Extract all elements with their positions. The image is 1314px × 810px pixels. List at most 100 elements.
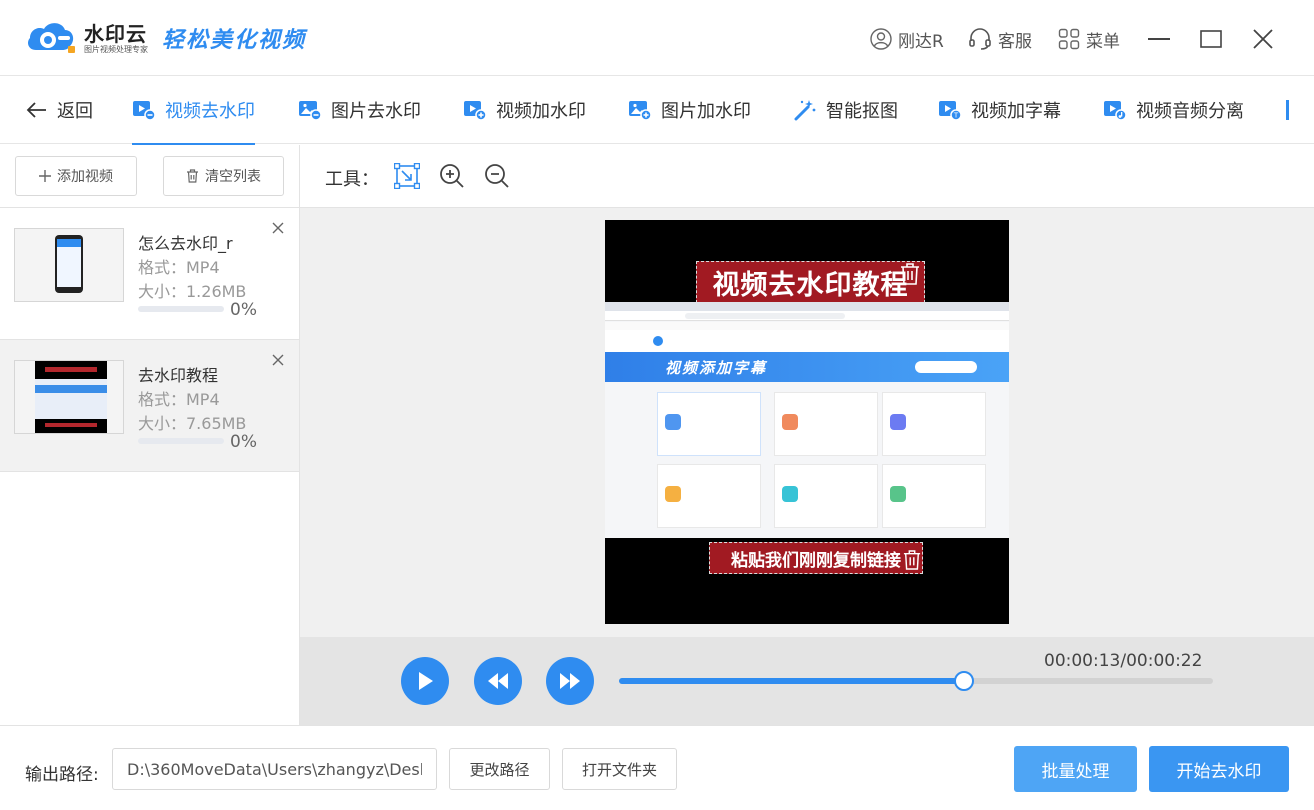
delete-region-icon[interactable] <box>900 263 920 285</box>
fast-forward-button[interactable] <box>546 657 594 705</box>
playback-time: 00:00:13/00:00:22 <box>1044 651 1203 671</box>
banner-text: 视频添加字幕 <box>665 358 768 377</box>
file-progress-text: 0% <box>230 432 257 452</box>
list-item[interactable]: 怎么去水印_r 格式：MP4 大小：1.26MB 0% <box>0 208 299 340</box>
image-add-icon <box>629 101 652 121</box>
tab-image-watermark-remove[interactable]: 图片去水印 <box>298 76 421 144</box>
output-path-field[interactable] <box>112 748 437 790</box>
back-label: 返回 <box>57 101 93 122</box>
zoom-out-button[interactable] <box>484 163 510 189</box>
grid-menu-icon <box>1058 28 1080 50</box>
title-bar: 水印云 图片视频处理专家 轻松美化视频 刚达R 客服 菜单 <box>0 0 1314 76</box>
menu-button[interactable]: 菜单 <box>1058 26 1120 52</box>
clear-list-label: 清空列表 <box>205 169 261 185</box>
tab-video-subtitle[interactable]: T 视频加字幕 <box>938 76 1061 144</box>
video-frame-content: 视频添加字幕 <box>605 302 1009 538</box>
editor-workspace: 工具： 视频去水印教程 视频添加字幕 粘贴我们刚刚复制链接 00:00:13/0… <box>300 145 1314 725</box>
video-preview[interactable]: 视频去水印教程 视频添加字幕 粘贴我们刚刚复制链接 <box>605 220 1009 624</box>
rewind-icon <box>488 673 508 689</box>
output-bar: 输出路径: 更改路径 打开文件夹 批量处理 开始去水印 <box>0 725 1314 810</box>
customer-service[interactable]: 客服 <box>968 26 1032 52</box>
file-size: 大小：1.26MB <box>138 282 247 301</box>
batch-process-button[interactable]: 批量处理 <box>1014 746 1137 792</box>
file-list-toolbar: 添加视频 清空列表 <box>0 145 299 208</box>
tab-label: 视频加水印 <box>496 101 586 122</box>
video-audio-split-icon <box>1104 101 1127 121</box>
zoom-in-icon <box>440 164 464 188</box>
service-label: 客服 <box>998 31 1032 52</box>
tab-label: 智能抠图 <box>826 101 898 122</box>
zoom-out-icon <box>485 164 509 188</box>
tab-label: 视频音频分离 <box>1136 101 1244 122</box>
delete-region-icon[interactable] <box>903 550 921 570</box>
file-format: 格式：MP4 <box>138 390 220 409</box>
player-controls: 00:00:13/00:00:22 <box>300 637 1314 725</box>
select-region-button[interactable] <box>394 163 420 189</box>
file-list-panel: 添加视频 清空列表 怎么去水印_r 格式：MP4 大小：1.26MB 0% 去水… <box>0 145 300 725</box>
change-path-button[interactable]: 更改路径 <box>449 748 550 790</box>
tools-bar: 工具： <box>300 145 1314 208</box>
user-name: 刚达R <box>898 31 944 52</box>
magic-wand-icon <box>794 100 816 121</box>
tab-scroll-indicator <box>1286 100 1289 120</box>
brand-subtitle: 图片视频处理专家 <box>84 45 148 54</box>
close-icon <box>1253 29 1273 49</box>
feature-nav: 返回 视频去水印 图片去水印 视频加水印 图片加水印 智能抠图 T 视频加字幕 … <box>0 76 1314 145</box>
add-video-label: 添加视频 <box>57 169 113 185</box>
remove-file-icon[interactable] <box>270 352 286 368</box>
tab-video-watermark-remove[interactable]: 视频去水印 <box>132 76 255 145</box>
video-add-icon <box>464 101 487 121</box>
image-remove-icon <box>299 101 322 121</box>
back-button[interactable]: 返回 <box>26 76 93 144</box>
seek-bar-fill <box>619 678 964 684</box>
seek-handle[interactable] <box>953 671 974 691</box>
remove-file-icon[interactable] <box>270 220 286 236</box>
close-window-button[interactable] <box>1248 24 1278 54</box>
arrow-left-icon <box>26 102 46 118</box>
zoom-in-button[interactable] <box>439 163 465 189</box>
file-progress-bar <box>138 306 224 312</box>
list-item[interactable]: 去水印教程 格式：MP4 大小：7.65MB 0% <box>0 340 299 472</box>
user-account[interactable]: 刚达R <box>870 26 944 52</box>
trash-icon <box>187 169 198 183</box>
video-thumbnail <box>14 360 124 434</box>
tab-audio-video-split[interactable]: 视频音频分离 <box>1103 76 1244 144</box>
play-button[interactable] <box>401 657 449 705</box>
minimize-button[interactable] <box>1144 24 1174 54</box>
minimize-icon <box>1148 38 1170 40</box>
seek-bar[interactable] <box>619 671 1213 691</box>
brand-slogan: 轻松美化视频 <box>162 27 307 53</box>
video-thumbnail <box>14 228 124 302</box>
tools-label: 工具： <box>325 169 379 190</box>
tab-label: 视频去水印 <box>165 101 255 122</box>
video-remove-icon <box>133 101 156 121</box>
file-size: 大小：7.65MB <box>138 414 247 433</box>
app-logo-icon <box>28 23 75 53</box>
start-remove-watermark-button[interactable]: 开始去水印 <box>1149 746 1289 792</box>
rewind-button[interactable] <box>474 657 522 705</box>
tab-smart-cutout[interactable]: 智能抠图 <box>793 76 898 144</box>
tab-video-watermark-add[interactable]: 视频加水印 <box>463 76 586 144</box>
select-region-icon <box>394 163 420 189</box>
add-video-button[interactable]: 添加视频 <box>15 156 137 196</box>
tab-label: 视频加字幕 <box>971 101 1061 122</box>
tab-label: 图片加水印 <box>661 101 751 122</box>
plus-icon <box>39 170 51 182</box>
file-name: 去水印教程 <box>138 366 219 385</box>
file-progress-bar <box>138 438 224 444</box>
maximize-icon <box>1200 30 1222 48</box>
file-format: 格式：MP4 <box>138 258 220 277</box>
tab-image-watermark-add[interactable]: 图片加水印 <box>628 76 751 144</box>
user-icon <box>870 28 892 50</box>
maximize-button[interactable] <box>1196 24 1226 54</box>
clear-list-button[interactable]: 清空列表 <box>163 156 284 196</box>
brand-name: 水印云 <box>84 22 147 46</box>
menu-label: 菜单 <box>1086 31 1120 52</box>
video-subtitle-icon: T <box>939 101 962 121</box>
output-path-label: 输出路径: <box>25 765 99 785</box>
open-folder-button[interactable]: 打开文件夹 <box>562 748 677 790</box>
tab-label: 图片去水印 <box>331 101 421 122</box>
headset-icon <box>969 28 991 50</box>
file-progress-text: 0% <box>230 300 257 320</box>
file-name: 怎么去水印_r <box>138 234 233 253</box>
